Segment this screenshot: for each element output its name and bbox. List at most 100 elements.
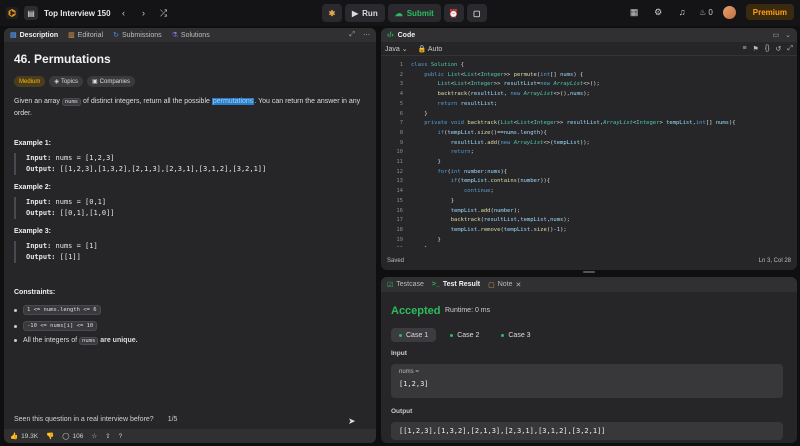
example-input: nums = [1] <box>55 242 98 250</box>
panel-resize-handle[interactable] <box>381 271 797 274</box>
tab-label: Note <box>497 281 513 288</box>
run-button[interactable]: ▶ Run <box>345 4 385 22</box>
notes-button[interactable]: ▢ <box>466 4 487 22</box>
close-icon[interactable]: ✕ <box>516 281 522 289</box>
tab-editorial[interactable]: ▥ Editorial <box>68 31 104 40</box>
line-number: 9 <box>399 139 403 146</box>
constraint-code: -10 <= nums[i] <= 10 <box>23 321 98 331</box>
constraint-item: 1 <= nums.length <= 6 <box>14 305 366 315</box>
expand-icon[interactable]: ▭ <box>773 31 780 39</box>
tab-label: Testcase <box>396 281 424 288</box>
bookmark-icon[interactable]: ⚑ <box>753 45 759 53</box>
thumbs-up-icon: 👍 <box>10 433 19 440</box>
example-output: [[1,2,3],[1,3,2],[2,1,3],[2,3,1],[3,1,2]… <box>59 165 267 173</box>
mouse-cursor: ➤ <box>348 416 356 426</box>
line-number: 4 <box>399 91 403 98</box>
highlighted-term[interactable]: permutations <box>211 98 255 105</box>
tab-note[interactable]: ▢ Note ✕ <box>488 281 521 289</box>
note-icon: ▢ <box>488 281 495 289</box>
topics-badge[interactable]: ◈ Topics <box>49 76 83 87</box>
inline-code: nums <box>61 98 82 106</box>
case-tab-1[interactable]: Case 1 <box>391 328 437 342</box>
layout-icon[interactable]: ▦ <box>627 5 641 19</box>
shuffle-icon[interactable]: ⤮ <box>157 6 171 20</box>
example-title: Example 1: <box>14 140 51 147</box>
constraint-code: 1 <= nums.length <= 6 <box>23 305 101 315</box>
line-number: 15 <box>396 197 403 204</box>
format-icon[interactable]: ≡ <box>742 45 746 53</box>
more-icon[interactable]: ⋯ <box>363 31 370 39</box>
language-label: Java <box>385 45 400 53</box>
tab-test-result[interactable]: >_ Test Result <box>432 281 480 288</box>
problem-list-title[interactable]: Top Interview 150 <box>44 9 111 18</box>
notification-icon[interactable]: ♫ <box>675 5 689 19</box>
problem-list-icon[interactable]: ▤ <box>24 6 38 20</box>
lock-icon: 🔒 <box>417 45 427 53</box>
reset-icon[interactable]: ↺ <box>776 45 782 53</box>
line-number: 11 <box>396 159 403 166</box>
premium-button[interactable]: Premium <box>745 4 794 20</box>
tab-testcase[interactable]: ☑ Testcase <box>387 281 424 289</box>
code-editor[interactable]: 1234567891011121314151617181920 class So… <box>381 61 797 247</box>
more-icon[interactable]: ⌄ <box>785 31 791 39</box>
thumbs-down-icon[interactable]: 👎 <box>46 432 54 440</box>
tab-description[interactable]: ▤ Description <box>10 31 58 40</box>
share-icon[interactable]: ⇪ <box>105 432 110 440</box>
bottom-action-bar: 👍 19.3K 👎 ◯ 106 ☆ ⇪ ? <box>4 429 376 443</box>
example-2: Example 2: Input: nums = [0,1] Output: [… <box>14 184 366 219</box>
fullscreen-icon[interactable]: ⤢ <box>787 45 793 53</box>
input-label: Input: <box>26 154 52 162</box>
line-number: 5 <box>399 100 403 107</box>
alarm-button[interactable]: ⏰ <box>443 4 464 22</box>
avatar[interactable] <box>722 5 736 19</box>
chevron-left-icon[interactable]: ‹ <box>117 6 131 20</box>
help-icon[interactable]: ? <box>119 433 123 440</box>
language-select[interactable]: Java ⌄ <box>385 45 408 53</box>
description-icon: ▤ <box>10 32 17 39</box>
line-number: 16 <box>396 207 403 214</box>
page-title[interactable]: 46. Permutations <box>14 52 366 66</box>
alarm-icon: ⏰ <box>448 8 459 18</box>
chevron-right-icon[interactable]: › <box>137 6 151 20</box>
line-number: 1 <box>399 62 403 68</box>
expand-icon[interactable]: ⤢ <box>349 31 355 39</box>
tab-solutions[interactable]: ⚗ Solutions <box>172 31 210 40</box>
line-number: 18 <box>396 226 403 233</box>
seen-text: Seen this question in a real interview b… <box>14 416 154 423</box>
case-tab-3[interactable]: Case 3 <box>493 328 538 342</box>
leetcode-logo[interactable]: ⌬ <box>6 7 18 19</box>
like-button[interactable]: 👍 19.3K <box>10 432 39 441</box>
settings-icon[interactable]: ⚙ <box>651 5 665 19</box>
code-lines[interactable]: class Solution { public List<List<Intege… <box>411 61 736 247</box>
tab-submissions[interactable]: ↻ Submissions <box>113 31 162 40</box>
result-status: Accepted <box>391 305 441 317</box>
desc-text: of distinct integers, return all the pos… <box>81 98 212 105</box>
comment-button[interactable]: ◯ 106 <box>62 432 83 441</box>
constraint-text: All the integers of <box>23 337 80 344</box>
description-panel: ▤ Description ▥ Editorial ↻ Submissions ⚗ So… <box>4 28 376 443</box>
interview-question-prompt[interactable]: Seen this question in a real interview b… <box>14 416 177 423</box>
case-tab-2[interactable]: Case 2 <box>442 328 487 342</box>
constraint-item: All the integers of nums are unique. <box>14 337 366 345</box>
submit-button[interactable]: ☁ Submit <box>387 4 441 22</box>
play-icon: ▶ <box>352 8 359 18</box>
lock-icon: ▣ <box>91 79 98 85</box>
braces-icon[interactable]: {} <box>765 45 770 53</box>
tab-label: Test Result <box>442 281 481 288</box>
constraint-item: -10 <= nums[i] <= 10 <box>14 321 366 331</box>
line-number: 7 <box>399 120 403 127</box>
inline-code: nums <box>79 337 99 345</box>
debug-button[interactable]: ✱ <box>322 4 342 22</box>
auto-mode[interactable]: 🔒 Auto <box>418 45 443 53</box>
companies-label: Companies <box>99 78 131 85</box>
constraints-title: Constraints: <box>14 289 56 296</box>
tab-label: Editorial <box>77 31 104 39</box>
like-count: 19.3K <box>21 432 39 440</box>
code-panel: ‹/› Code ▭ ⌄ Java ⌄ 🔒 Auto ≡ ⚑ {} ↺ ⤢ 12… <box>381 28 797 270</box>
editorial-icon: ▥ <box>68 32 75 39</box>
line-number: 6 <box>399 110 403 117</box>
companies-badge[interactable]: ▣ Companies <box>86 76 136 87</box>
input-label: Input <box>391 350 407 357</box>
streak-counter[interactable]: ♨ 0 <box>699 8 713 17</box>
star-icon[interactable]: ☆ <box>91 432 97 440</box>
